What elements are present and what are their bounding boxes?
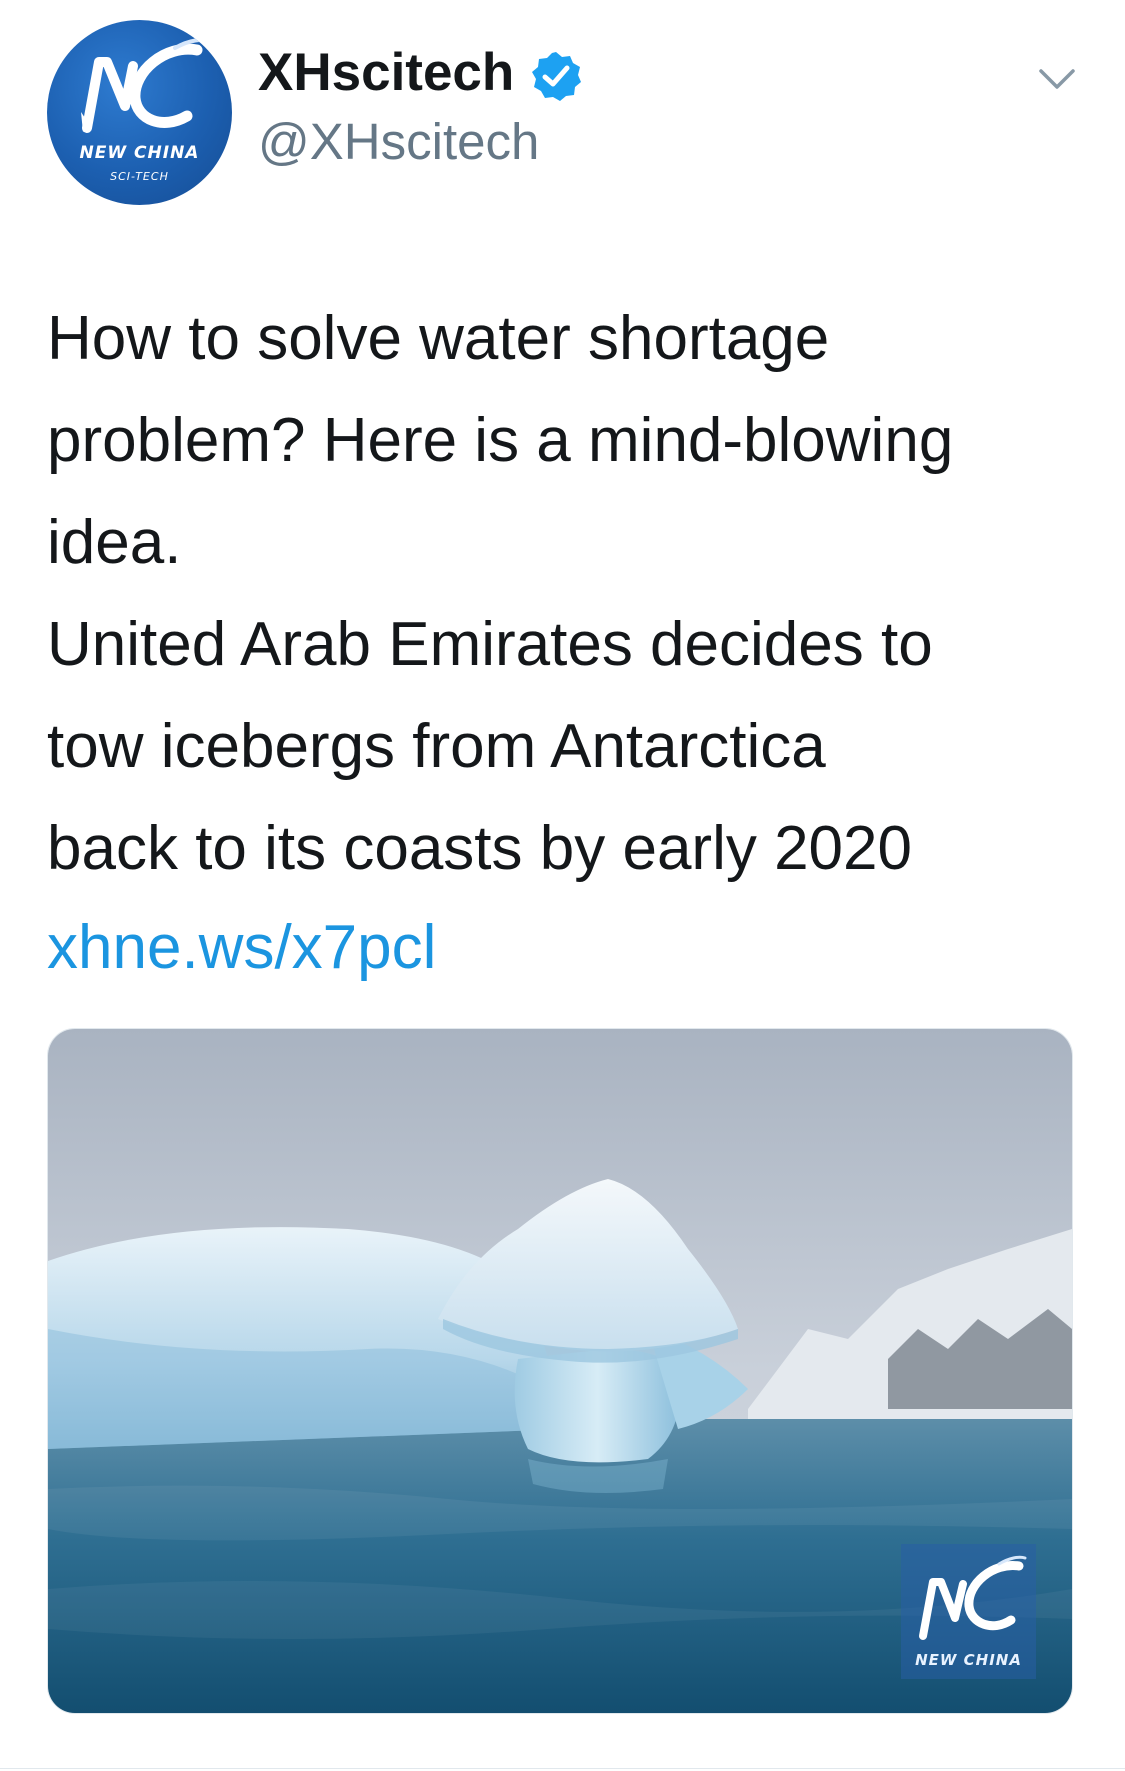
tweet-text-line: How to solve water shortage (47, 304, 830, 373)
tweet-text-line: tow icebergs from Antarctica (47, 712, 826, 781)
watermark-logo: NEW CHINA (901, 1544, 1036, 1679)
tweet-text-line: United Arab Emirates decides to (47, 610, 933, 679)
tweet-text-line: problem? Here is a mind-blowing (47, 406, 954, 475)
verified-badge-icon (532, 52, 581, 101)
avatar-text-line1: NEW CHINA (79, 143, 200, 163)
tweet-link[interactable]: xhne.ws/x7pcl (47, 903, 436, 993)
divider (0, 1768, 1125, 1769)
tweet-text: How to solve water shortage problem? Her… (47, 288, 1087, 900)
avatar-text-line2: SCI-TECH (110, 170, 169, 183)
watermark-text: NEW CHINA (915, 1651, 1022, 1669)
tweet-text-line: back to its coasts by early 2020 (47, 814, 913, 883)
chevron-down-icon[interactable] (1037, 65, 1077, 93)
tweet-media-image[interactable]: NEW CHINA (47, 1028, 1073, 1714)
tweet-text-line: idea. (47, 508, 182, 577)
author-display-name[interactable]: XHscitech (258, 40, 514, 106)
author-handle[interactable]: @XHscitech (258, 110, 539, 174)
avatar[interactable]: NEW CHINA SCI-TECH (47, 20, 232, 205)
